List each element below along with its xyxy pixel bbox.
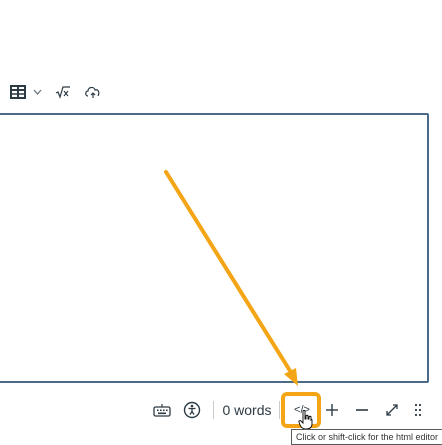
keyboard-icon[interactable] — [150, 395, 174, 425]
statusbar-divider — [279, 401, 280, 419]
cloud-upload-icon[interactable] — [83, 80, 103, 104]
rich-text-editor-area[interactable] — [0, 113, 429, 383]
hand-cursor-icon — [298, 410, 313, 430]
chevron-down-icon[interactable] — [30, 80, 44, 104]
statusbar-divider — [213, 401, 214, 419]
table-icon[interactable] — [8, 80, 28, 104]
word-count: 0 words — [222, 402, 272, 418]
html-editor-tooltip: Click or shift-click for the html editor — [291, 429, 442, 445]
editor-statusbar: 0 words </> — [0, 395, 442, 425]
zoom-out-icon[interactable] — [352, 395, 372, 425]
fullscreen-icon[interactable] — [382, 395, 402, 425]
accessibility-icon[interactable] — [180, 395, 204, 425]
zoom-in-icon[interactable] — [322, 395, 342, 425]
drag-handle-icon[interactable] — [410, 395, 426, 425]
equation-icon[interactable] — [53, 80, 73, 104]
editor-toolbar — [0, 80, 442, 104]
